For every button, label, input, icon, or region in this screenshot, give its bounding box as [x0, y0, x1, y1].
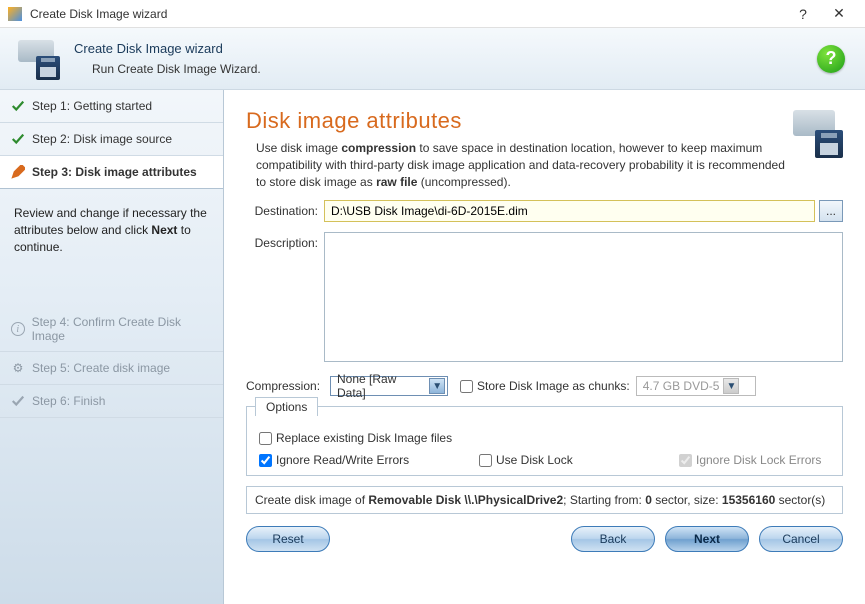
status-summary: Create disk image of Removable Disk \\.\…: [246, 486, 843, 514]
check-icon: [10, 131, 26, 147]
edit-icon: [10, 164, 26, 180]
chevron-down-icon: ▼: [723, 378, 739, 394]
compression-label: Compression:: [246, 379, 324, 393]
app-icon: [8, 7, 22, 21]
close-button[interactable]: ✕: [821, 0, 857, 28]
gear-icon: ⚙: [10, 360, 26, 376]
window-title: Create Disk Image wizard: [30, 7, 785, 21]
destination-input[interactable]: [324, 200, 815, 222]
description-label: Description:: [246, 232, 324, 250]
replace-files-checkbox[interactable]: Replace existing Disk Image files: [259, 431, 452, 445]
options-legend: Options: [255, 397, 318, 416]
check-icon: [10, 393, 26, 409]
page-description: Use disk image compression to save space…: [246, 140, 786, 190]
step-1[interactable]: Step 1: Getting started: [0, 90, 223, 123]
sidebar-instruction: Review and change if necessary the attri…: [0, 189, 223, 271]
help-icon[interactable]: ?: [817, 45, 845, 73]
cancel-button[interactable]: Cancel: [759, 526, 843, 552]
destination-label: Destination:: [246, 200, 324, 218]
step-4: i Step 4: Confirm Create Disk Image: [0, 307, 223, 352]
chunks-checkbox[interactable]: Store Disk Image as chunks:: [460, 379, 630, 393]
browse-button[interactable]: ...: [819, 200, 843, 222]
ignore-disk-lock-checkbox: Ignore Disk Lock Errors: [679, 453, 821, 467]
steps-sidebar: Step 1: Getting started Step 2: Disk ima…: [0, 90, 224, 604]
page-title: Disk image attributes: [246, 108, 793, 134]
step-label: Step 1: Getting started: [32, 99, 152, 113]
back-button[interactable]: Back: [571, 526, 655, 552]
header-subtitle: Run Create Disk Image Wizard.: [74, 62, 261, 76]
info-icon: i: [10, 321, 26, 337]
step-3[interactable]: Step 3: Disk image attributes: [0, 156, 223, 189]
ignore-rw-errors-checkbox[interactable]: Ignore Read/Write Errors: [259, 453, 439, 467]
chevron-down-icon: ▼: [429, 378, 445, 394]
use-disk-lock-checkbox[interactable]: Use Disk Lock: [479, 453, 639, 467]
header-title: Create Disk Image wizard: [74, 41, 261, 56]
reset-button[interactable]: Reset: [246, 526, 330, 552]
check-icon: [10, 98, 26, 114]
wizard-header: Create Disk Image wizard Run Create Disk…: [0, 28, 865, 90]
step-label: Step 4: Confirm Create Disk Image: [32, 315, 213, 343]
disk-image-icon: [793, 108, 843, 158]
chunk-size-select: 4.7 GB DVD-5 ▼: [636, 376, 756, 396]
step-label: Step 3: Disk image attributes: [32, 165, 197, 179]
compression-select[interactable]: None [Raw Data] ▼: [330, 376, 448, 396]
main-panel: Disk image attributes Use disk image com…: [224, 90, 865, 604]
next-button[interactable]: Next: [665, 526, 749, 552]
step-2[interactable]: Step 2: Disk image source: [0, 123, 223, 156]
help-button[interactable]: ?: [785, 0, 821, 28]
step-label: Step 2: Disk image source: [32, 132, 172, 146]
step-label: Step 5: Create disk image: [32, 361, 170, 375]
description-textarea[interactable]: [324, 232, 843, 362]
step-5: ⚙ Step 5: Create disk image: [0, 352, 223, 385]
disk-image-icon: [18, 38, 60, 80]
step-label: Step 6: Finish: [32, 394, 105, 408]
step-6: Step 6: Finish: [0, 385, 223, 418]
titlebar: Create Disk Image wizard ? ✕: [0, 0, 865, 28]
options-group: Options Replace existing Disk Image file…: [246, 406, 843, 476]
